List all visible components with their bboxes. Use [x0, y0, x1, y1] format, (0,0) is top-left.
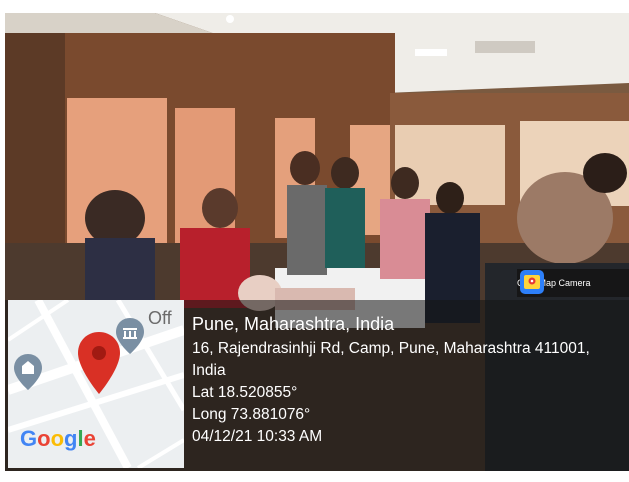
address-line-2: India — [192, 362, 226, 379]
person-head — [331, 157, 359, 189]
address-line-1: 16, Rajendrasinhji Rd, Camp, Pune, Mahar… — [192, 340, 590, 357]
datetime: 04/12/21 10:33 AM — [192, 428, 323, 445]
google-letter: g — [64, 426, 78, 451]
person-head — [85, 190, 145, 246]
person-head — [436, 182, 464, 214]
training-room-photo: GPS Map Camera Off Google Pune, Maharash… — [5, 13, 629, 471]
latitude: Lat 18.520855° — [192, 384, 298, 401]
landmark-poi-icon — [14, 354, 42, 390]
longitude: Long 73.881076° — [192, 406, 311, 423]
location-map: Off Google — [8, 300, 184, 468]
google-letter: G — [20, 426, 38, 451]
person-body — [380, 199, 430, 279]
map-partial-label: Off — [148, 308, 172, 328]
person-body — [287, 185, 327, 275]
google-logo-text: Google — [20, 426, 96, 452]
left-wall-panel — [5, 33, 65, 273]
curtain — [175, 108, 235, 248]
google-letter: o — [50, 426, 65, 451]
person-body — [85, 238, 155, 308]
museum-poi-icon — [116, 318, 144, 354]
location-info: Pune, Maharashtra, India 16, Rajendrasin… — [192, 313, 622, 448]
google-logo: Google — [20, 426, 96, 452]
location-pin-icon — [78, 332, 120, 394]
person-head — [290, 151, 320, 185]
person-head — [583, 153, 627, 193]
ceiling-light — [415, 49, 447, 56]
person-head — [391, 167, 419, 199]
person-body — [325, 188, 365, 268]
location-title: Pune, Maharashtra, India — [192, 314, 395, 334]
google-letter: e — [83, 426, 96, 451]
photo-frame: GPS Map Camera Off Google Pune, Maharash… — [0, 0, 629, 482]
gps-map-camera-icon — [520, 270, 544, 294]
gps-badge: GPS Map Camera — [517, 269, 629, 297]
person-head — [202, 188, 238, 228]
google-letter: o — [37, 426, 51, 451]
spot-light — [226, 15, 234, 23]
ac-vent — [475, 41, 535, 53]
